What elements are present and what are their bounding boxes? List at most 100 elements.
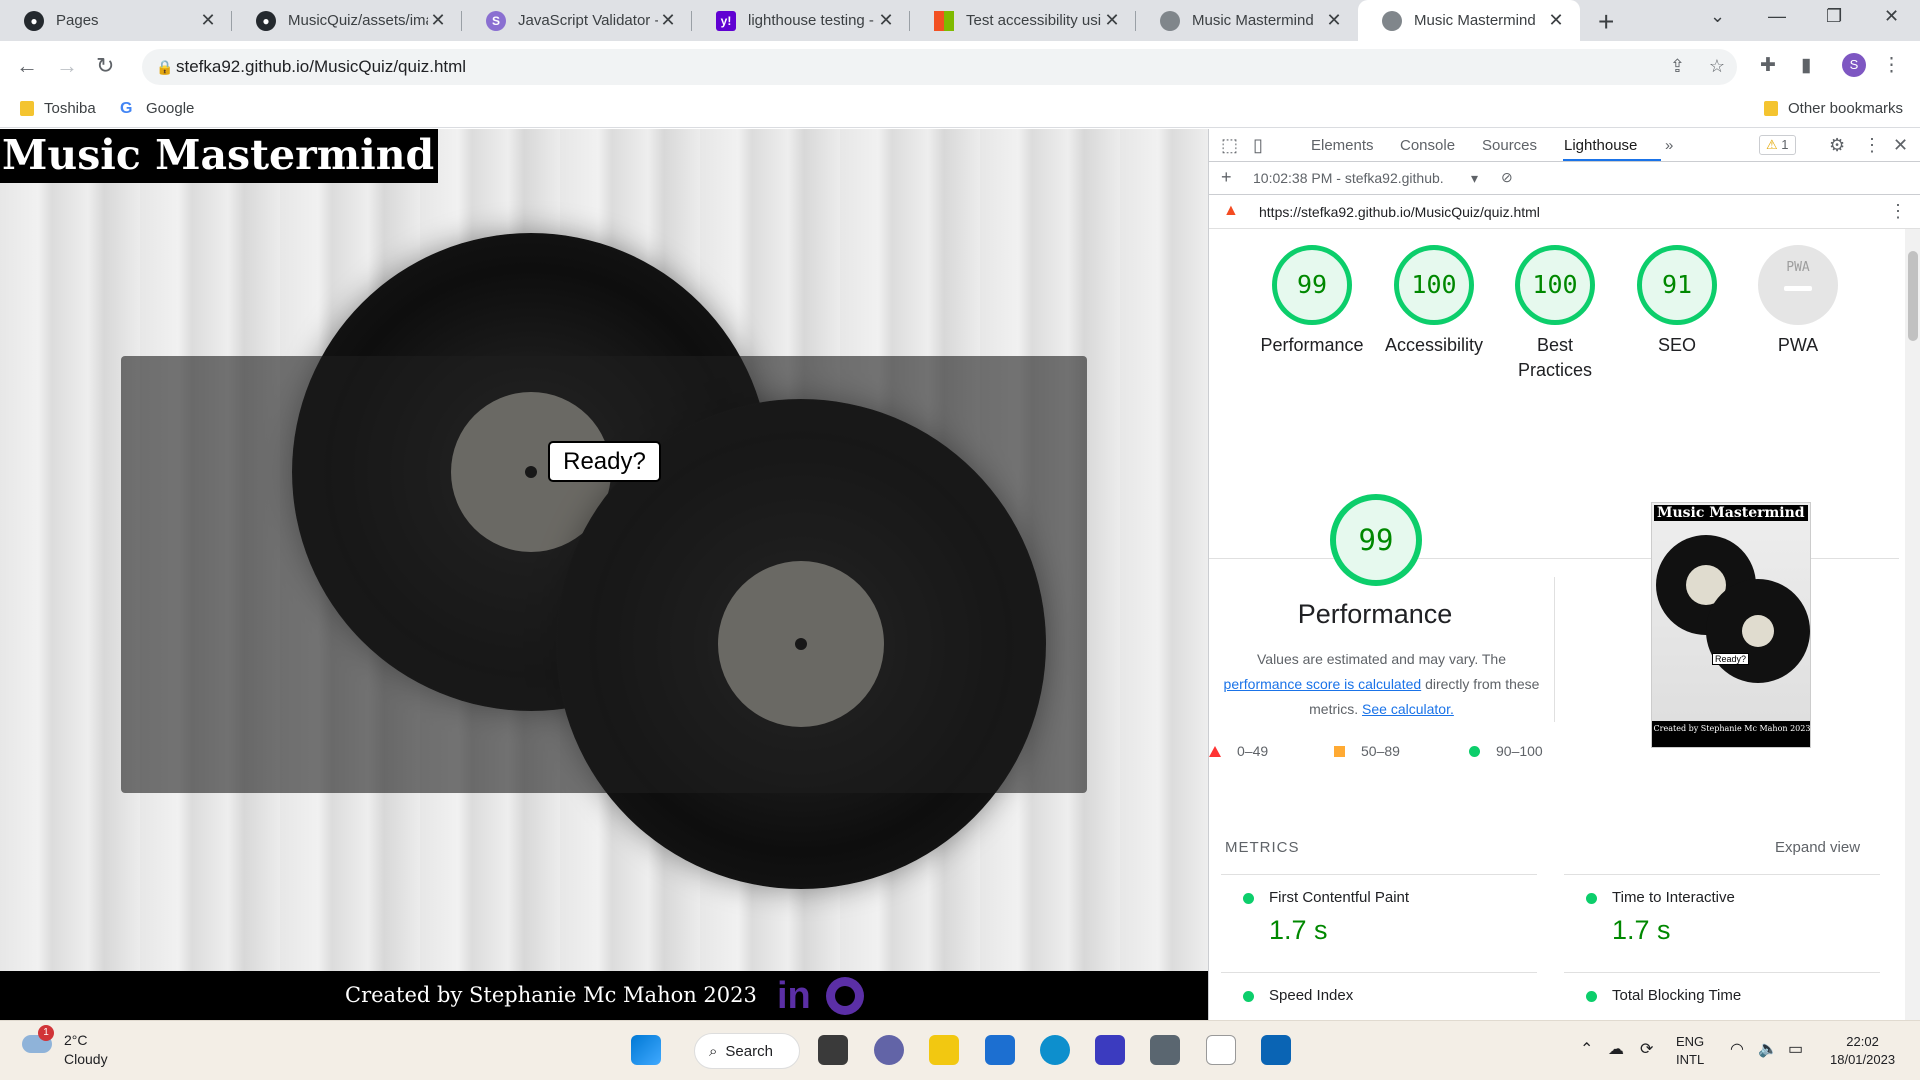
metric-fcp: First Contentful Paint 1.7 s: [1221, 874, 1537, 970]
scrollbar-thumb[interactable]: [1908, 251, 1918, 341]
bookmark-star-icon[interactable]: ☆: [1709, 56, 1725, 77]
weather-widget[interactable]: 1 2°C Cloudy: [22, 1025, 108, 1069]
back-icon[interactable]: ←: [16, 53, 38, 79]
new-report-icon[interactable]: +: [1221, 167, 1232, 188]
see-calculator-link[interactable]: See calculator.: [1362, 701, 1454, 717]
taskbar-search[interactable]: ⌕ Search: [694, 1033, 800, 1069]
devtools-menu-icon[interactable]: ⋮: [1863, 135, 1881, 156]
tab-sources[interactable]: Sources: [1482, 137, 1537, 154]
tab-strip: ● Pages ✕ ● MusicQuiz/assets/ima ✕ S Jav…: [0, 0, 1920, 41]
menu-icon[interactable]: ⋮: [1882, 54, 1901, 77]
task-view-icon[interactable]: [818, 1035, 848, 1065]
language-indicator[interactable]: ENG INTL: [1676, 1033, 1704, 1069]
microsoft-icon: [934, 10, 954, 31]
minimize-icon[interactable]: —: [1768, 6, 1786, 27]
tab-title: Music Mastermind: [1192, 12, 1314, 29]
bookmark-toshiba[interactable]: Toshiba: [20, 100, 96, 117]
close-tab-icon[interactable]: ✕: [1324, 10, 1344, 31]
gauge-seo[interactable]: 91 SEO: [1616, 245, 1738, 358]
lang-layout: INTL: [1676, 1052, 1705, 1067]
calculator-icon[interactable]: [1150, 1035, 1180, 1065]
tab-lighthouse[interactable]: Lighthouse: [1564, 137, 1637, 154]
reload-icon[interactable]: ↻: [96, 53, 114, 79]
github-icon: ●: [24, 10, 44, 31]
tab-elements[interactable]: Elements: [1311, 137, 1374, 154]
footer-text: Created by Stephanie Mc Mahon 2023: [345, 983, 757, 1007]
browser-tab[interactable]: y! lighthouse testing - Y ✕: [692, 0, 910, 41]
linkedin-icon[interactable]: in: [777, 975, 811, 1018]
metric-value: 1.7 s: [1612, 915, 1671, 945]
new-tab-button[interactable]: +: [1598, 6, 1614, 38]
side-panel-icon[interactable]: ▮: [1801, 54, 1811, 77]
device-toolbar-icon[interactable]: ▯: [1253, 135, 1263, 156]
close-tab-icon[interactable]: ✕: [658, 10, 678, 31]
bookmark-google[interactable]: G Google: [120, 100, 194, 117]
profile-avatar[interactable]: S: [1842, 53, 1866, 77]
legend-label: 90–100: [1496, 743, 1543, 759]
report-selector[interactable]: 10:02:38 PM - stefka92.github.: [1253, 170, 1444, 186]
ready-button[interactable]: Ready?: [548, 441, 661, 482]
clock[interactable]: 22:02 18/01/2023: [1830, 1033, 1895, 1069]
score-ring: 100: [1515, 245, 1595, 325]
address-bar[interactable]: 🔒 stefka92.github.io/MusicQuiz/quiz.html…: [142, 49, 1737, 85]
teams-chat-icon[interactable]: [874, 1035, 904, 1065]
notepad-icon[interactable]: [1206, 1035, 1236, 1065]
restore-icon[interactable]: ❐: [1826, 6, 1842, 27]
performance-heading: Performance: [1297, 599, 1453, 629]
clear-reports-icon[interactable]: ⊘: [1501, 169, 1513, 186]
close-tab-icon[interactable]: ✕: [428, 10, 448, 31]
metric-label: Speed Index: [1269, 987, 1354, 1004]
score-ring: 100: [1394, 245, 1474, 325]
other-bookmarks[interactable]: Other bookmarks: [1764, 100, 1903, 117]
expand-view-button[interactable]: Expand view: [1775, 839, 1860, 856]
browser-tab[interactable]: S JavaScript Validator - ✕: [462, 0, 692, 41]
close-devtools-icon[interactable]: ✕: [1893, 135, 1908, 156]
close-tab-icon[interactable]: ✕: [198, 10, 218, 31]
gauge-label: PWA: [1777, 335, 1819, 355]
close-tab-icon[interactable]: ✕: [876, 10, 896, 31]
windows-start-icon[interactable]: [631, 1035, 661, 1065]
microsoft-store-icon[interactable]: [985, 1035, 1015, 1065]
inspect-icon[interactable]: ⬚: [1221, 135, 1238, 156]
battery-icon[interactable]: ▭: [1788, 1039, 1803, 1059]
tab-console[interactable]: Console: [1400, 137, 1455, 154]
gauge-accessibility[interactable]: 100 Accessibility: [1373, 245, 1495, 358]
lock-icon[interactable]: 🔒: [156, 59, 173, 76]
edge-icon[interactable]: [1040, 1035, 1070, 1065]
browser-tab[interactable]: ● Pages ✕: [0, 0, 232, 41]
close-window-icon[interactable]: ✕: [1884, 6, 1899, 27]
onedrive-icon[interactable]: ☁: [1608, 1039, 1624, 1059]
active-tab-indicator: [1563, 159, 1661, 161]
forward-icon[interactable]: →: [56, 53, 78, 79]
gauge-best-practices[interactable]: 100 Best Practices: [1494, 245, 1616, 383]
folder-icon: [1764, 101, 1778, 116]
sync-icon[interactable]: ⟳: [1640, 1039, 1653, 1059]
app-icon[interactable]: [1095, 1035, 1125, 1065]
browser-toolbar: ← → ↻ 🔒 stefka92.github.io/MusicQuiz/qui…: [0, 41, 1920, 91]
gauge-performance[interactable]: 99 Performance: [1251, 245, 1373, 358]
gauge-pwa[interactable]: PWA PWA: [1737, 245, 1859, 358]
file-explorer-icon[interactable]: [929, 1035, 959, 1065]
warning-badge[interactable]: ⚠ 1: [1759, 135, 1796, 155]
report-scrollbar[interactable]: [1905, 229, 1920, 1020]
show-hidden-icons[interactable]: ⌃: [1580, 1039, 1593, 1059]
extensions-icon[interactable]: ✚: [1760, 54, 1776, 77]
report-menu-icon[interactable]: ⋮: [1889, 201, 1907, 222]
browser-tab[interactable]: ● MusicQuiz/assets/ima ✕: [232, 0, 462, 41]
score-calculated-link[interactable]: performance score is calculated: [1224, 676, 1422, 692]
close-tab-icon[interactable]: ✕: [1102, 10, 1122, 31]
close-tab-icon[interactable]: ✕: [1546, 10, 1566, 31]
tab-search-icon[interactable]: ⌄: [1710, 6, 1725, 27]
volume-icon[interactable]: 🔈: [1758, 1039, 1778, 1059]
more-tabs-icon[interactable]: »: [1665, 137, 1673, 154]
wifi-icon[interactable]: ◠: [1730, 1039, 1744, 1059]
mail-icon[interactable]: [1261, 1035, 1291, 1065]
settings-gear-icon[interactable]: ⚙: [1829, 135, 1845, 156]
share-icon[interactable]: ⇪: [1670, 56, 1685, 77]
browser-tab[interactable]: Test accessibility usin ✕: [910, 0, 1136, 41]
github-icon[interactable]: [826, 977, 864, 1015]
report-url[interactable]: https://stefka92.github.io/MusicQuiz/qui…: [1259, 204, 1540, 220]
browser-tab-active[interactable]: Music Mastermind ✕: [1358, 0, 1580, 41]
chevron-down-icon[interactable]: ▾: [1471, 170, 1478, 187]
browser-tab[interactable]: Music Mastermind ✕: [1136, 0, 1358, 41]
